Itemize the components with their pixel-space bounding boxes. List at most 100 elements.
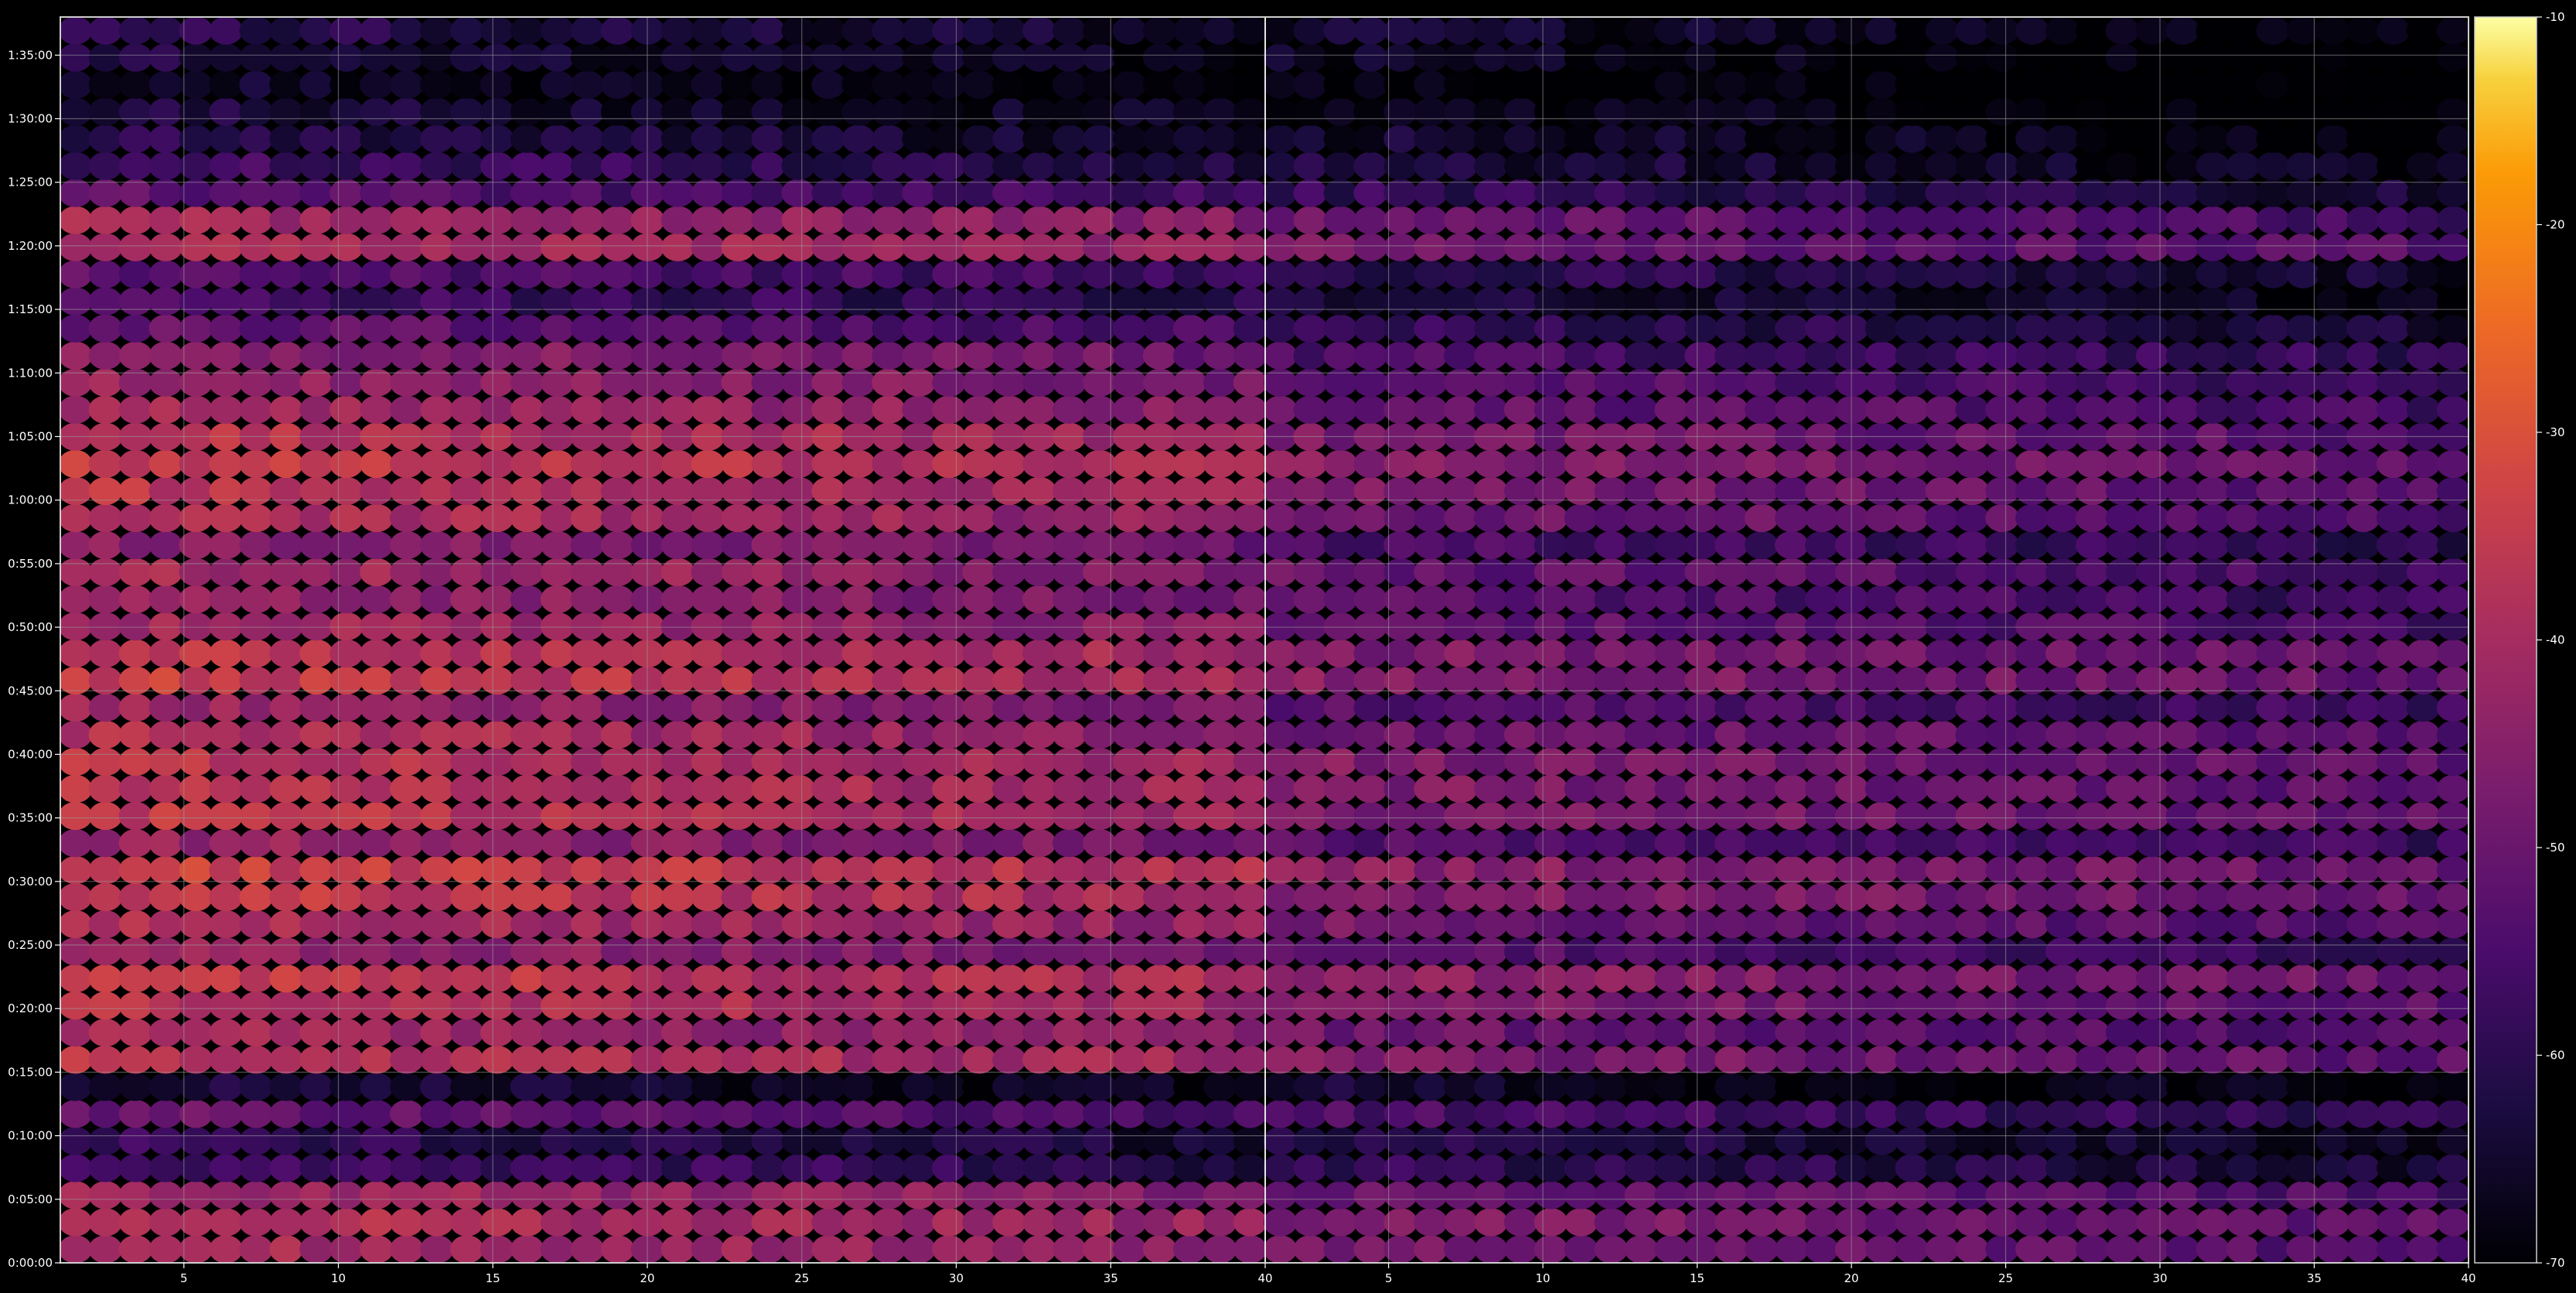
heatmap-cell — [1444, 1018, 1478, 1047]
heatmap-cell — [691, 747, 725, 776]
heatmap-cell — [239, 639, 274, 668]
heatmap-cell — [962, 883, 996, 912]
heatmap-cell — [872, 503, 906, 533]
heatmap-cell — [480, 1073, 514, 1101]
heatmap-cell — [480, 1127, 514, 1155]
heatmap-cell — [2105, 503, 2140, 533]
heatmap-cell — [1745, 1100, 1779, 1128]
heatmap-cell — [2316, 233, 2350, 261]
heatmap-cell — [329, 260, 363, 288]
heatmap-cell — [2256, 206, 2290, 234]
heatmap-cell — [721, 1154, 756, 1182]
heatmap-cell — [1594, 206, 1629, 234]
heatmap-cell — [1172, 585, 1207, 614]
heatmap-cell — [570, 585, 605, 614]
heatmap-cell — [360, 639, 394, 668]
heatmap-cell — [1654, 558, 1688, 587]
heatmap-cell — [1955, 206, 1989, 234]
heatmap-cell — [2286, 206, 2320, 234]
heatmap-cell — [2256, 856, 2290, 885]
y-tick-label: 1:25:00 — [8, 176, 53, 189]
heatmap-cell — [1444, 531, 1478, 560]
heatmap-cell — [992, 449, 1026, 479]
heatmap-cell — [329, 612, 363, 641]
heatmap-cell — [1564, 720, 1598, 749]
heatmap-cell — [360, 1127, 394, 1155]
heatmap-cell — [2376, 801, 2411, 831]
heatmap-cell — [962, 1208, 996, 1237]
heatmap-cell — [1955, 747, 1989, 776]
heatmap-cell — [2045, 395, 2080, 424]
heatmap-cell — [1745, 639, 1779, 668]
heatmap-cell — [1022, 639, 1056, 668]
heatmap-cell — [510, 829, 544, 858]
heatmap-cell — [60, 1100, 93, 1128]
heatmap-cell — [299, 747, 333, 776]
heatmap-cell — [1414, 639, 1448, 668]
heatmap-cell — [2286, 1181, 2320, 1209]
heatmap-cell — [2406, 558, 2441, 587]
heatmap-cell — [2406, 314, 2441, 343]
heatmap-cell — [2346, 585, 2380, 614]
heatmap-cell — [1353, 233, 1387, 261]
heatmap-cell — [962, 314, 996, 343]
heatmap-cell — [1444, 125, 1478, 153]
heatmap-cell — [269, 585, 303, 614]
heatmap-cell — [2406, 801, 2441, 831]
heatmap-cell — [841, 179, 875, 207]
heatmap-cell — [1624, 449, 1659, 479]
heatmap-cell — [1654, 179, 1688, 207]
heatmap-cell — [2436, 260, 2469, 288]
heatmap-cell — [2165, 964, 2200, 993]
heatmap-cell — [480, 287, 514, 316]
heatmap-cell — [1083, 43, 1117, 72]
heatmap-cell — [299, 1046, 333, 1074]
heatmap-cell — [2376, 1046, 2411, 1074]
heatmap-cell — [239, 17, 273, 45]
heatmap-cell — [1474, 1073, 1508, 1101]
heatmap-cell — [2135, 1154, 2170, 1182]
heatmap-cell — [2316, 964, 2350, 993]
heatmap-cell — [1233, 179, 1268, 207]
heatmap-cell — [2376, 585, 2411, 614]
heatmap-cell — [2045, 17, 2080, 45]
heatmap-cell — [209, 693, 244, 722]
heatmap-cell — [751, 449, 786, 479]
heatmap-cell — [510, 125, 544, 153]
heatmap-cell — [269, 125, 303, 153]
heatmap-cell — [962, 612, 996, 641]
heatmap-cell — [872, 1181, 906, 1209]
heatmap-cell — [691, 964, 725, 993]
heatmap-cell — [691, 1046, 725, 1074]
heatmap-cell — [2256, 152, 2290, 180]
heatmap-cell — [691, 395, 725, 424]
heatmap-cell — [721, 612, 756, 641]
heatmap-cell — [420, 531, 454, 560]
heatmap-cell — [902, 747, 936, 776]
heatmap-cell — [1172, 747, 1207, 776]
heatmap-cell — [2436, 152, 2469, 180]
heatmap-cell — [1654, 531, 1688, 560]
heatmap-cell — [2316, 558, 2350, 587]
heatmap-cell — [1022, 179, 1056, 207]
heatmap-cell — [148, 1100, 183, 1128]
heatmap-cell — [1503, 774, 1538, 803]
heatmap-cell — [1684, 774, 1718, 803]
heatmap-cell — [660, 639, 695, 668]
heatmap-cell — [480, 801, 514, 831]
heatmap-cell — [932, 70, 966, 99]
heatmap-cell — [1594, 558, 1629, 587]
heatmap-cell — [450, 395, 484, 424]
heatmap-cell — [2045, 558, 2080, 587]
heatmap-cell — [932, 910, 966, 939]
heatmap-cell — [1474, 287, 1508, 316]
heatmap-cell — [2226, 558, 2260, 587]
heatmap-cell — [329, 1181, 363, 1209]
heatmap-cell — [2105, 260, 2140, 288]
heatmap-cell — [1142, 720, 1177, 749]
heatmap-cell — [1775, 260, 1809, 288]
heatmap-cell — [1955, 856, 1989, 885]
heatmap-cell — [932, 1018, 966, 1047]
heatmap-cell — [390, 774, 424, 803]
heatmap-cell — [932, 856, 966, 885]
